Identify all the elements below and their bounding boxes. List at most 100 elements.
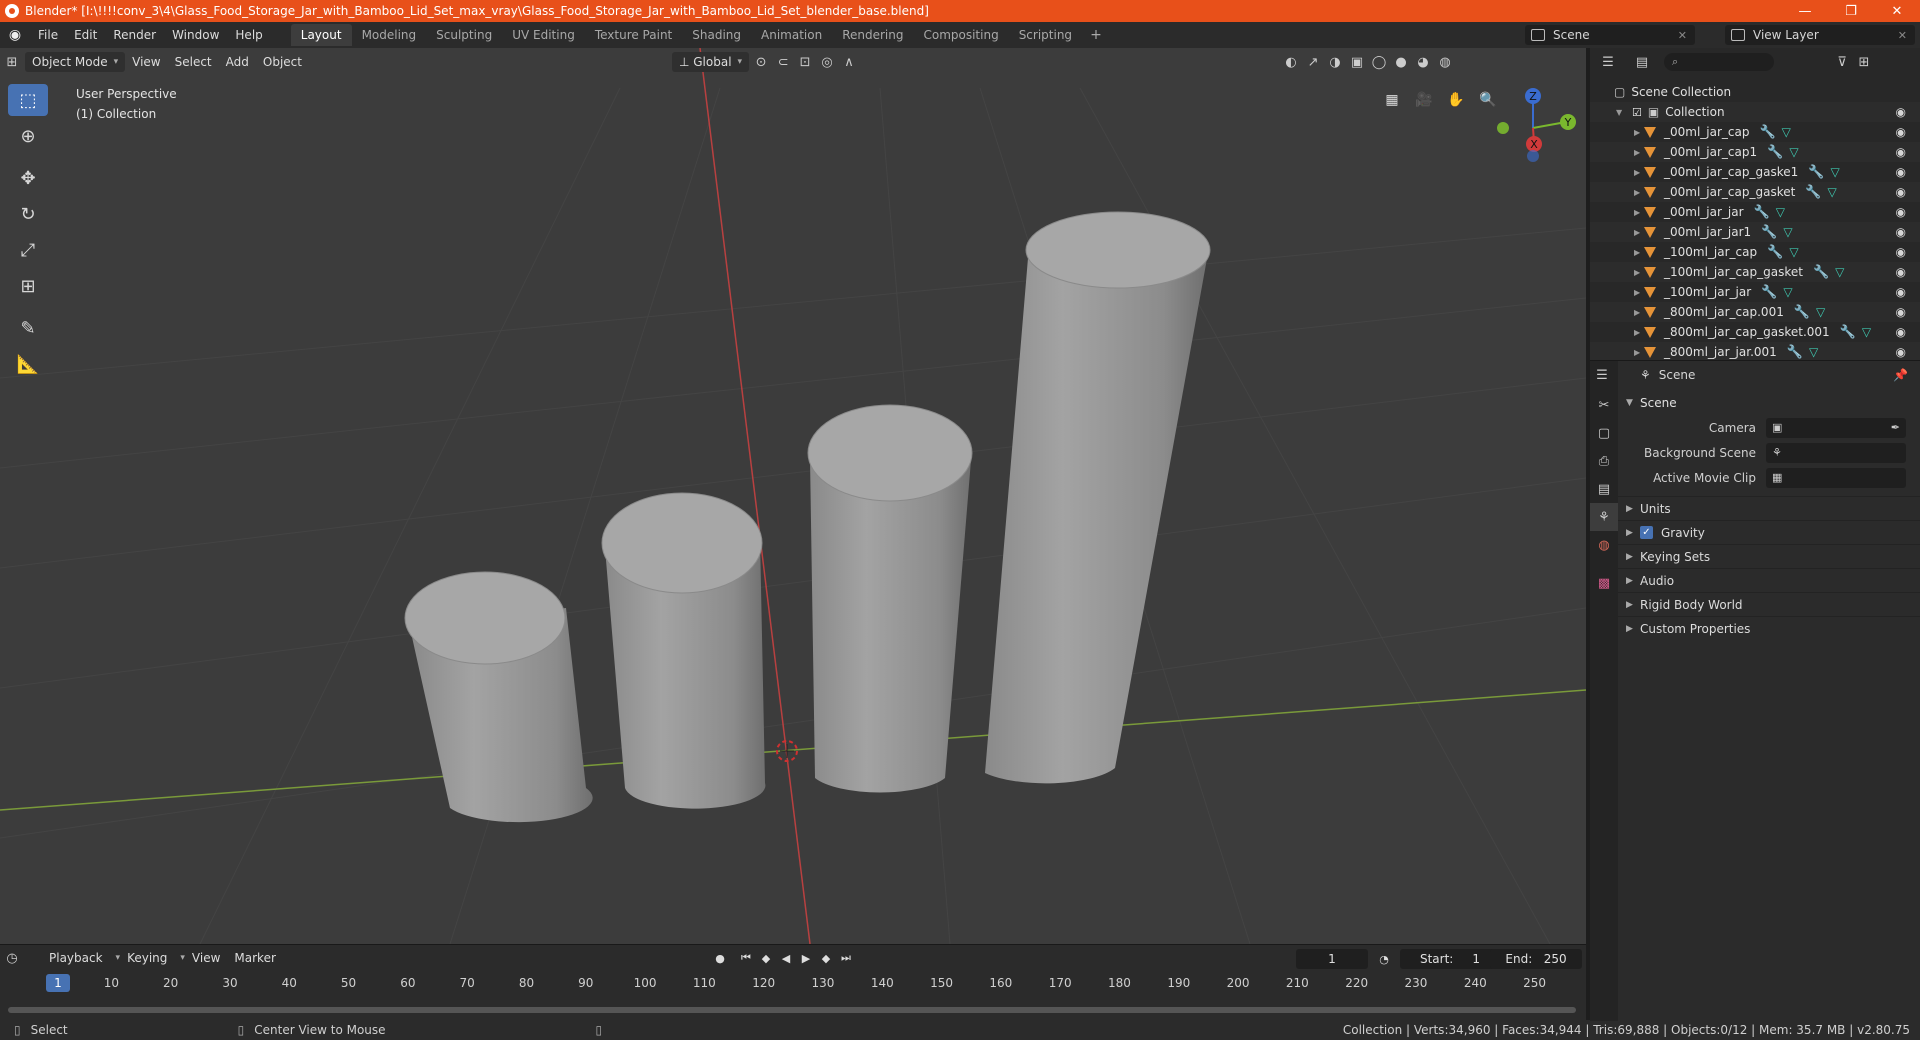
menu-file[interactable]: File	[30, 22, 66, 48]
camera-view-icon[interactable]: 🎥	[1412, 88, 1436, 112]
tab-animation[interactable]: Animation	[751, 24, 832, 46]
view-layer-close-icon[interactable]: ✕	[1898, 29, 1907, 42]
jar-large[interactable]	[807, 404, 973, 793]
outliner-object-row[interactable]: ▶ _800ml_jar_cap.001 🔧 ▽ ◉	[1590, 302, 1920, 322]
world-tab-icon[interactable]: ◍	[1590, 531, 1618, 559]
rigid-body-world-subpanel[interactable]: ▶ Rigid Body World	[1618, 592, 1920, 616]
menu-playback[interactable]: Playback	[42, 951, 110, 965]
menu-select[interactable]: Select	[168, 55, 219, 69]
timeline-editor-type-icon[interactable]: ◷	[2, 948, 22, 968]
visibility-eye-icon[interactable]: ◉	[1896, 345, 1906, 359]
end-frame-field[interactable]: End: 250	[1490, 949, 1582, 969]
menu-render[interactable]: Render	[105, 22, 164, 48]
rotate-tool-icon[interactable]: ↻	[8, 198, 48, 230]
properties-editor-type-icon[interactable]: ☰	[1592, 365, 1612, 385]
filter-icon[interactable]: ⊽	[1832, 52, 1852, 72]
modifier-wrench-icon[interactable]: 🔧	[1808, 165, 1824, 180]
visibility-eye-icon[interactable]: ◉	[1896, 305, 1906, 319]
tab-modeling[interactable]: Modeling	[352, 24, 427, 46]
3d-cursor[interactable]	[776, 740, 798, 762]
gravity-checkbox[interactable]: ✓	[1640, 526, 1653, 539]
play-icon[interactable]: ▶	[796, 948, 816, 968]
modifier-wrench-icon[interactable]: 🔧	[1761, 285, 1777, 300]
mesh-data-icon[interactable]: ▽	[1809, 345, 1818, 359]
view-layer-tab-icon[interactable]: ▤	[1590, 475, 1618, 503]
active-movie-clip-field[interactable]: ▦	[1766, 467, 1906, 488]
visibility-eye-icon[interactable]: ◉	[1896, 325, 1906, 339]
visibility-eye-icon[interactable]: ◉	[1896, 225, 1906, 239]
gravity-subpanel[interactable]: ▶ ✓ Gravity	[1618, 520, 1920, 544]
falloff-icon[interactable]: ∧	[839, 52, 859, 72]
modifier-wrench-icon[interactable]: 🔧	[1840, 325, 1856, 340]
mesh-data-icon[interactable]: ▽	[1783, 225, 1792, 239]
start-frame-field[interactable]: Start: 1	[1400, 949, 1500, 969]
proportional-edit-icon[interactable]: ◎	[817, 52, 837, 72]
tab-shading[interactable]: Shading	[682, 24, 751, 46]
expand-arrow-icon[interactable]: ▶	[1634, 328, 1644, 337]
mesh-data-icon[interactable]: ▽	[1835, 265, 1844, 279]
jar-tall[interactable]	[985, 211, 1211, 784]
modifier-wrench-icon[interactable]: 🔧	[1813, 265, 1829, 280]
modifier-wrench-icon[interactable]: 🔧	[1754, 205, 1770, 220]
expand-arrow-icon[interactable]: ▶	[1634, 188, 1644, 197]
collapse-arrow-icon[interactable]: ▼	[1616, 108, 1626, 117]
object-mode-dropdown[interactable]: Object Mode ▾	[25, 52, 126, 72]
menu-edit[interactable]: Edit	[66, 22, 105, 48]
transform-orientation-dropdown[interactable]: ⊥ Global ▾	[671, 52, 750, 72]
select-box-tool-icon[interactable]: ⬚	[8, 84, 48, 116]
menu-marker[interactable]: Marker	[227, 951, 282, 965]
add-workspace-icon[interactable]: +	[1082, 27, 1110, 43]
frame-ruler[interactable]: 1 10 20 30 40 50 60 70 80 90 100 110 120 130 140 150 16…	[0, 971, 1586, 997]
jar-medium[interactable]	[601, 492, 766, 809]
visibility-eye-icon[interactable]: ◉	[1896, 285, 1906, 299]
blender-logo-icon[interactable]: ◉	[0, 27, 30, 43]
mesh-data-icon[interactable]: ▽	[1789, 145, 1798, 159]
visibility-eye-icon[interactable]: ◉	[1896, 105, 1906, 119]
jump-end-icon[interactable]: ⏭	[836, 948, 856, 968]
visibility-icon[interactable]: ◐	[1281, 52, 1301, 72]
audio-subpanel[interactable]: ▶ Audio	[1618, 568, 1920, 592]
gizmo-neg-y-axis[interactable]	[1497, 122, 1509, 134]
snap-target-icon[interactable]: ⊡	[795, 52, 815, 72]
outliner-object-row[interactable]: ▶ _800ml_jar_jar.001 🔧 ▽ ◉	[1590, 342, 1920, 362]
mesh-data-icon[interactable]: ▽	[1789, 245, 1798, 259]
menu-help[interactable]: Help	[227, 22, 270, 48]
outliner-object-row[interactable]: ▶ _00ml_jar_cap_gaske1 🔧 ▽ ◉	[1590, 162, 1920, 182]
mesh-data-icon[interactable]: ▽	[1862, 325, 1871, 339]
modifier-wrench-icon[interactable]: 🔧	[1767, 145, 1783, 160]
expand-arrow-icon[interactable]: ▶	[1634, 148, 1644, 157]
jump-start-icon[interactable]: ⏮	[736, 948, 756, 968]
gizmo-neg-z-axis[interactable]	[1527, 150, 1539, 162]
scene-panel-header[interactable]: ▼ Scene	[1618, 391, 1920, 415]
outliner-object-row[interactable]: ▶ _00ml_jar_jar 🔧 ▽ ◉	[1590, 202, 1920, 222]
record-icon[interactable]: ●	[710, 948, 730, 968]
current-frame-field[interactable]: 1	[1296, 949, 1368, 969]
modifier-wrench-icon[interactable]: 🔧	[1761, 225, 1777, 240]
modifier-wrench-icon[interactable]: 🔧	[1787, 345, 1803, 360]
display-mode-icon[interactable]: ▤	[1632, 52, 1652, 72]
scale-tool-icon[interactable]: ⤢	[8, 234, 48, 266]
outliner-object-row[interactable]: ▶ _100ml_jar_cap 🔧 ▽ ◉	[1590, 242, 1920, 262]
axis-gizmo[interactable]: Z Y X	[1488, 84, 1578, 164]
modifier-wrench-icon[interactable]: 🔧	[1759, 125, 1775, 140]
mesh-data-icon[interactable]: ▽	[1830, 165, 1839, 179]
background-scene-field[interactable]: ⚘	[1766, 442, 1906, 463]
minimize-button[interactable]: —	[1782, 0, 1828, 22]
mesh-data-icon[interactable]: ▽	[1776, 205, 1785, 219]
tab-sculpting[interactable]: Sculpting	[426, 24, 502, 46]
tab-scripting[interactable]: Scripting	[1009, 24, 1082, 46]
scene-close-icon[interactable]: ✕	[1678, 29, 1687, 42]
mesh-data-icon[interactable]: ▽	[1816, 305, 1825, 319]
gizmo-toggle-icon[interactable]: ↗	[1303, 52, 1323, 72]
visibility-eye-icon[interactable]: ◉	[1896, 165, 1906, 179]
scene-tab-icon[interactable]: ⚘	[1590, 503, 1618, 531]
jar-small[interactable]	[404, 571, 593, 823]
outliner-search-input[interactable]: ⌕	[1664, 53, 1774, 71]
preview-range-icon[interactable]: ◔	[1374, 949, 1394, 969]
maximize-button[interactable]: ❐	[1828, 0, 1874, 22]
expand-arrow-icon[interactable]: ▶	[1634, 128, 1644, 137]
overlay-toggle-icon[interactable]: ◑	[1325, 52, 1345, 72]
tab-texture-paint[interactable]: Texture Paint	[585, 24, 682, 46]
texture-tab-icon[interactable]: ▩	[1590, 569, 1618, 597]
tab-compositing[interactable]: Compositing	[913, 24, 1008, 46]
